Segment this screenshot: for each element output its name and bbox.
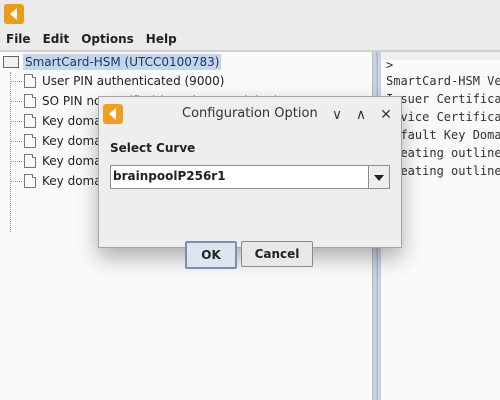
folder-icon xyxy=(3,56,19,68)
dialog-titlebar[interactable]: Configuration Option ∨ ∧ ✕ xyxy=(99,97,401,131)
tree-root-label: SmartCard-HSM (UTCC0100783) xyxy=(23,54,222,70)
tree-root[interactable]: SmartCard-HSM (UTCC0100783) xyxy=(0,53,222,71)
document-icon xyxy=(24,154,36,168)
document-icon xyxy=(24,74,36,88)
dialog-title: Configuration Option xyxy=(182,106,318,121)
console-line: Device Certificat xyxy=(386,110,500,124)
chevron-up-icon[interactable]: ∧ xyxy=(353,107,369,123)
close-icon[interactable]: ✕ xyxy=(378,107,394,123)
menu-options[interactable]: Options xyxy=(75,32,140,46)
document-icon xyxy=(24,114,36,128)
chevron-down-icon[interactable] xyxy=(368,166,389,188)
configuration-dialog: Configuration Option ∨ ∧ ✕ Select Curve … xyxy=(98,96,402,269)
curve-select-value: brainpoolP256r1 xyxy=(113,169,226,183)
document-icon xyxy=(24,134,36,148)
tree-connector xyxy=(10,140,22,142)
app-logo-icon xyxy=(103,104,123,124)
chevron-down-icon[interactable]: ∨ xyxy=(329,107,345,123)
document-icon xyxy=(24,174,36,188)
console-line: SmartCard-HSM Ver xyxy=(386,74,500,88)
console-line: > xyxy=(386,58,394,72)
dialog-body: Select Curve brainpoolP256r1 OK Cancel xyxy=(99,131,401,269)
menu-help[interactable]: Help xyxy=(140,32,183,46)
console-line: Issuer Certificat xyxy=(386,92,500,106)
tree-connector xyxy=(10,160,22,162)
menu-edit[interactable]: Edit xyxy=(37,32,76,46)
console-line: Creating outline xyxy=(386,146,500,160)
tree-connector xyxy=(10,80,22,82)
select-curve-label: Select Curve xyxy=(110,141,196,155)
menu-file[interactable]: File xyxy=(0,32,37,46)
console-header xyxy=(381,52,500,60)
tree-node-label: User PIN authenticated (9000) xyxy=(42,74,225,88)
document-icon xyxy=(24,94,36,108)
tree-connector xyxy=(10,100,22,102)
app-logo-icon xyxy=(4,4,24,24)
menubar: File Edit Options Help xyxy=(0,28,500,50)
console-line: Default Key Domai xyxy=(386,128,500,142)
tree-node-user-pin[interactable]: User PIN authenticated (9000) xyxy=(10,72,224,90)
cancel-button[interactable]: Cancel xyxy=(241,241,313,267)
tree-connector xyxy=(10,180,22,182)
console-line: Creating outline xyxy=(386,164,500,178)
curve-select[interactable]: brainpoolP256r1 xyxy=(110,165,390,189)
tree-connector xyxy=(10,120,22,122)
ok-button[interactable]: OK xyxy=(185,241,237,269)
app-titlebar xyxy=(0,0,500,28)
